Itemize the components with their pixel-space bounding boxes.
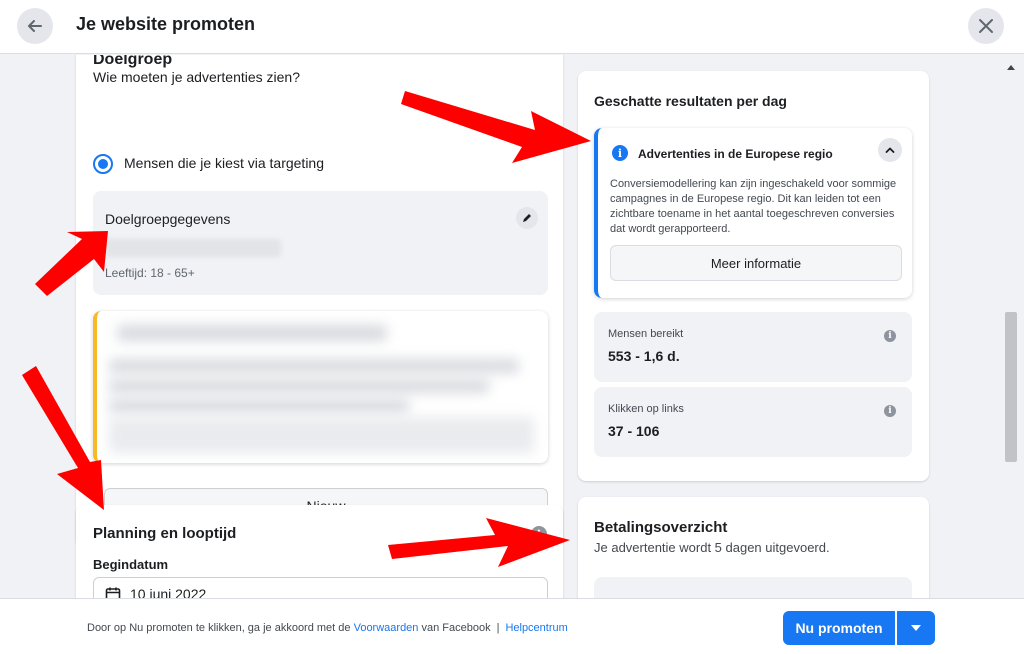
dialog-header: Je website promoten bbox=[0, 0, 1024, 54]
audience-details: Doelgroepgegevens Leeftijd: 18 - 65+ bbox=[93, 191, 548, 295]
info-icon: i bbox=[612, 145, 628, 161]
clicks-stat: Klikken op links 37 - 106 i bbox=[594, 387, 912, 457]
edit-audience-button[interactable] bbox=[516, 207, 538, 229]
blurred-warning-box bbox=[93, 311, 548, 463]
more-info-button[interactable]: Meer informatie bbox=[610, 245, 902, 281]
reach-label: Mensen bereikt bbox=[608, 328, 684, 340]
chevron-up-icon bbox=[885, 147, 895, 153]
page-title: Je website promoten bbox=[76, 14, 256, 34]
back-button[interactable] bbox=[17, 8, 53, 44]
audience-subheading: Wie moeten je advertenties zien? bbox=[93, 69, 300, 85]
start-date-input[interactable]: 10 juni 2022 bbox=[93, 577, 548, 598]
content-area[interactable]: Doelgroep Wie moeten je advertenties zie… bbox=[0, 55, 1024, 598]
close-button[interactable] bbox=[968, 8, 1004, 44]
audience-heading: Doelgroep bbox=[93, 55, 173, 68]
clicks-label: Klikken op links bbox=[608, 403, 684, 415]
terms-link[interactable]: Voorwaarden bbox=[354, 622, 419, 634]
terms-text-after: van Facebook bbox=[418, 622, 491, 634]
arrow-left-icon bbox=[28, 20, 42, 32]
clicks-value: 37 - 106 bbox=[608, 423, 660, 439]
payment-heading: Betalingsoverzicht bbox=[594, 519, 728, 536]
promote-now-button[interactable]: Nu promoten bbox=[783, 611, 895, 645]
blurred-audience-info bbox=[105, 239, 281, 257]
eu-notice-title: Advertenties in de Europese regio bbox=[638, 147, 833, 161]
eu-notice: i Advertenties in de Europese regio Conv… bbox=[594, 128, 912, 298]
reach-value: 553 - 1,6 d. bbox=[608, 348, 680, 364]
footer-separator: | bbox=[496, 622, 500, 634]
results-heading: Geschatte resultaten per dag bbox=[594, 93, 787, 109]
payment-subheading: Je advertentie wordt 5 dagen uitgevoerd. bbox=[594, 540, 830, 555]
dialog-footer: Door op Nu promoten te klikken, ga je ak… bbox=[0, 598, 1024, 654]
audience-card: Doelgroep Wie moeten je advertenties zie… bbox=[76, 55, 563, 547]
calendar-icon bbox=[105, 587, 121, 598]
terms-text: Door op Nu promoten te klikken, ga je ak… bbox=[87, 622, 568, 634]
reach-stat: Mensen bereikt 553 - 1,6 d. i bbox=[594, 312, 912, 382]
terms-text-before: Door op Nu promoten te klikken, ga je ak… bbox=[87, 622, 354, 634]
eu-notice-text: Conversiemodellering kan zijn ingeschake… bbox=[610, 178, 897, 235]
close-icon bbox=[979, 19, 993, 33]
promote-dropdown-button[interactable] bbox=[897, 611, 935, 645]
pencil-icon bbox=[523, 214, 531, 222]
schedule-heading: Planning en looptijd bbox=[93, 525, 237, 542]
targeting-radio-label[interactable]: Mensen die je kiest via targeting bbox=[124, 155, 324, 171]
collapse-button[interactable] bbox=[878, 138, 902, 162]
payment-summary-box bbox=[594, 577, 912, 598]
targeting-radio[interactable] bbox=[93, 154, 113, 174]
start-date-label: Begindatum bbox=[93, 557, 169, 572]
scrollbar-thumb[interactable] bbox=[1005, 312, 1017, 462]
start-date-value: 10 juni 2022 bbox=[130, 586, 207, 598]
info-icon[interactable]: i bbox=[884, 405, 896, 417]
age-range: Leeftijd: 18 - 65+ bbox=[105, 266, 195, 280]
schedule-card: Planning en looptijd i Begindatum 10 jun… bbox=[76, 505, 563, 598]
payment-card: Betalingsoverzicht Je advertentie wordt … bbox=[578, 497, 929, 598]
audience-details-title: Doelgroepgegevens bbox=[105, 211, 231, 227]
info-icon[interactable]: i bbox=[884, 330, 896, 342]
scroll-up-icon[interactable] bbox=[1004, 60, 1018, 70]
results-card: Geschatte resultaten per dag i Advertent… bbox=[578, 71, 929, 481]
info-icon[interactable]: i bbox=[531, 526, 547, 542]
help-center-link[interactable]: Helpcentrum bbox=[505, 622, 567, 634]
